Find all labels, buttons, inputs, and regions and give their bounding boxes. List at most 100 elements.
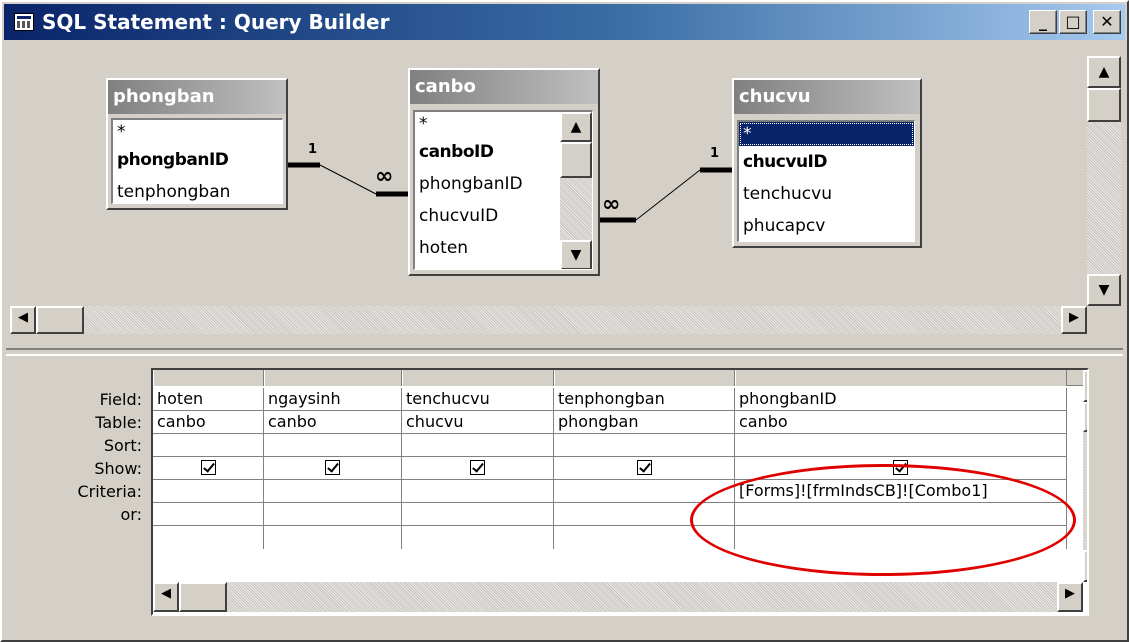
table-cell[interactable]: canbo bbox=[153, 411, 263, 434]
grid-column: tenchucvu chucvu bbox=[402, 388, 554, 549]
field-list: * phongbanID tenphongban bbox=[111, 118, 283, 204]
field-cell[interactable]: tenchucvu bbox=[402, 388, 553, 411]
table-cell[interactable]: canbo bbox=[735, 411, 1066, 434]
or-cell[interactable] bbox=[402, 503, 553, 526]
field-item[interactable]: * bbox=[739, 122, 914, 146]
scroll-up-icon[interactable]: ▲ bbox=[1087, 56, 1121, 88]
many-side-label: ∞ bbox=[375, 164, 394, 189]
scroll-left-icon[interactable]: ◀ bbox=[10, 306, 36, 334]
sort-cell[interactable] bbox=[554, 434, 734, 457]
scroll-down-icon[interactable]: ▼ bbox=[1083, 550, 1087, 582]
empty-cell[interactable] bbox=[153, 526, 263, 549]
sort-cell[interactable] bbox=[153, 434, 263, 457]
grid-column: hoten canbo bbox=[153, 388, 264, 549]
empty-cell[interactable] bbox=[264, 526, 401, 549]
field-item[interactable]: phucapcv bbox=[739, 210, 914, 241]
many-side-label: ∞ bbox=[602, 192, 621, 217]
field-cell[interactable]: tenphongban bbox=[554, 388, 734, 411]
or-cell[interactable] bbox=[264, 503, 401, 526]
show-cell[interactable] bbox=[554, 457, 734, 480]
scroll-left-icon[interactable]: ◀ bbox=[153, 582, 179, 612]
table-phongban[interactable]: phongban * phongbanID tenphongban bbox=[106, 78, 288, 210]
table-diagram-pane: 1 ∞ 1 ∞ phongban * phongbanID tenphongba… bbox=[10, 46, 1121, 346]
row-label-or: or: bbox=[120, 505, 142, 524]
field-item[interactable]: tenchucvu bbox=[739, 178, 914, 210]
field-item[interactable]: chucvuID bbox=[739, 146, 914, 178]
scroll-thumb[interactable] bbox=[36, 306, 84, 334]
query-builder-window: SQL Statement : Query Builder _ □ ✕ 1 ∞ … bbox=[0, 0, 1129, 642]
scroll-up-icon[interactable]: ▲ bbox=[1083, 370, 1087, 402]
sort-cell[interactable] bbox=[264, 434, 401, 457]
field-cell[interactable]: ngaysinh bbox=[264, 388, 401, 411]
scroll-down-icon[interactable]: ▼ bbox=[560, 240, 592, 269]
relationship-line bbox=[635, 169, 701, 221]
criteria-cell[interactable] bbox=[153, 480, 263, 503]
row-label-field: Field: bbox=[99, 390, 142, 409]
criteria-cell[interactable] bbox=[402, 480, 553, 503]
empty-cell[interactable] bbox=[402, 526, 553, 549]
one-side-label: 1 bbox=[308, 142, 318, 157]
field-item[interactable]: tenphongban bbox=[113, 176, 282, 203]
row-label-criteria: Criteria: bbox=[77, 482, 142, 501]
maximize-button[interactable]: □ bbox=[1059, 10, 1087, 34]
table-cell[interactable]: chucvu bbox=[402, 411, 553, 434]
table-title[interactable]: canbo bbox=[410, 70, 598, 104]
or-cell[interactable] bbox=[153, 503, 263, 526]
show-checkbox[interactable] bbox=[636, 459, 652, 475]
minimize-button[interactable]: _ bbox=[1029, 10, 1057, 34]
one-side-label: 1 bbox=[710, 146, 720, 161]
table-canbo[interactable]: canbo * canboID phongbanID chucvuID hote… bbox=[408, 68, 600, 276]
scroll-down-icon[interactable]: ▼ bbox=[1087, 274, 1121, 306]
scroll-thumb[interactable] bbox=[1083, 402, 1087, 432]
grid-horizontal-scrollbar[interactable]: ◀ ▶ bbox=[153, 582, 1083, 612]
column-selector-row bbox=[153, 370, 1087, 386]
show-checkbox[interactable] bbox=[470, 459, 485, 475]
row-label-sort: Sort: bbox=[103, 436, 142, 455]
column-selector[interactable] bbox=[153, 370, 264, 386]
show-cell[interactable] bbox=[402, 457, 553, 480]
sort-cell[interactable] bbox=[402, 434, 553, 457]
scroll-right-icon[interactable]: ▶ bbox=[1061, 306, 1087, 334]
query-builder-icon bbox=[14, 13, 34, 31]
window-title: SQL Statement : Query Builder bbox=[42, 10, 390, 34]
column-selector[interactable] bbox=[735, 370, 1067, 386]
table-chucvu[interactable]: chucvu * chucvuID tenchucvu phucapcv bbox=[732, 78, 922, 248]
show-checkbox[interactable] bbox=[200, 459, 216, 475]
criteria-highlight-ellipse bbox=[690, 464, 1076, 576]
scroll-right-icon[interactable]: ▶ bbox=[1057, 582, 1083, 612]
table-title[interactable]: chucvu bbox=[734, 80, 920, 114]
close-button[interactable]: ✕ bbox=[1093, 10, 1121, 34]
show-cell[interactable] bbox=[264, 457, 401, 480]
show-cell[interactable] bbox=[153, 457, 263, 480]
show-checkbox[interactable] bbox=[325, 459, 340, 475]
criteria-cell[interactable] bbox=[264, 480, 401, 503]
table-title[interactable]: phongban bbox=[108, 80, 286, 114]
sort-cell[interactable] bbox=[735, 434, 1066, 457]
grid-vertical-scrollbar[interactable]: ▲ ▼ bbox=[1083, 370, 1087, 582]
column-selector[interactable] bbox=[554, 370, 735, 386]
title-bar[interactable]: SQL Statement : Query Builder _ □ ✕ bbox=[4, 4, 1125, 40]
field-list: * canboID phongbanID chucvuID hoten ▲ ▼ bbox=[413, 110, 593, 270]
field-cell[interactable]: phongbanID bbox=[735, 388, 1066, 411]
diagram-horizontal-scrollbar[interactable]: ◀ ▶ bbox=[10, 306, 1087, 334]
grid-row-labels: Field: Table: Sort: Show: Criteria: or: bbox=[42, 388, 142, 526]
column-selector[interactable] bbox=[402, 370, 554, 386]
field-list-scrollbar[interactable]: ▲ ▼ bbox=[560, 112, 592, 269]
column-selector[interactable] bbox=[264, 370, 402, 386]
relationship-line bbox=[319, 164, 377, 195]
pane-splitter[interactable] bbox=[6, 348, 1123, 356]
scroll-thumb[interactable] bbox=[560, 142, 592, 178]
field-item[interactable]: phongbanID bbox=[113, 144, 282, 176]
field-cell[interactable]: hoten bbox=[153, 388, 263, 411]
grid-column: ngaysinh canbo bbox=[264, 388, 402, 549]
diagram-vertical-scrollbar[interactable]: ▲ ▼ bbox=[1087, 56, 1121, 306]
row-label-table: Table: bbox=[95, 413, 142, 432]
scroll-thumb[interactable] bbox=[1087, 88, 1121, 122]
scroll-up-icon[interactable]: ▲ bbox=[560, 112, 592, 142]
table-cell[interactable]: phongban bbox=[554, 411, 734, 434]
table-cell[interactable]: canbo bbox=[264, 411, 401, 434]
row-label-show: Show: bbox=[94, 459, 142, 478]
scroll-thumb[interactable] bbox=[179, 582, 227, 612]
field-item[interactable]: * bbox=[113, 120, 282, 144]
field-list: * chucvuID tenchucvu phucapcv bbox=[737, 120, 915, 242]
